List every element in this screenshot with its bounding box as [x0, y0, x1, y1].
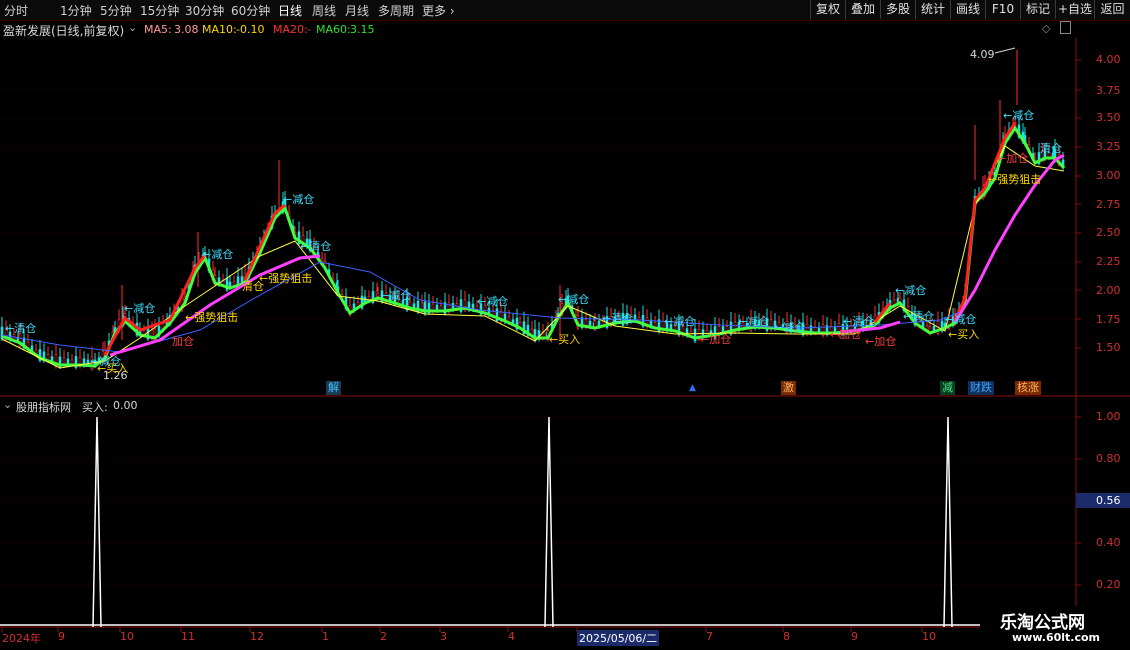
signal-qingcang: ←清仓	[843, 315, 875, 328]
date-label: 10	[922, 630, 936, 643]
signal-jiacang: ←加仓	[700, 333, 732, 346]
event-marker[interactable]: 减	[940, 381, 955, 395]
signal-jiancang: ←减仓	[380, 289, 412, 302]
watermark: 乐淘公式网 www.60lt.com	[980, 606, 1130, 650]
signal-qingcang: ←清仓	[5, 322, 37, 335]
date-label: 2024年	[2, 632, 41, 645]
date-label: 3	[440, 630, 447, 643]
watermark-url: www.60lt.com	[1012, 631, 1101, 644]
buy-signal-spike	[544, 416, 554, 628]
signal-jiancang: ←减仓	[738, 315, 770, 328]
triangle-up-icon[interactable]: ▲	[689, 383, 696, 393]
event-marker[interactable]: 财跌	[968, 381, 994, 395]
signal-jiancang: ←减仓	[558, 293, 590, 306]
date-label: 8	[783, 630, 790, 643]
candle-body	[376, 292, 380, 298]
y-tick-2.25: 2.25	[1096, 255, 1121, 268]
sub-y-tick-0.80: 0.80	[1096, 452, 1121, 465]
y-tick-1.75: 1.75	[1096, 313, 1121, 326]
event-marker[interactable]: 解	[326, 381, 341, 395]
date-label: 12	[250, 630, 264, 643]
y-tick-1.50: 1.50	[1096, 341, 1121, 354]
date-label: 10	[120, 630, 134, 643]
y-tick-2.00: 2.00	[1096, 284, 1121, 297]
sub-buy-value: 0.00	[113, 399, 138, 412]
event-marker[interactable]: 激	[781, 381, 796, 395]
y-tick-3.50: 3.50	[1096, 111, 1121, 124]
signal-jiancang: ←减仓	[477, 295, 509, 308]
signal-strong: ←强势狙击	[259, 272, 313, 285]
signal-qingcang-right: 清仓	[1040, 142, 1062, 155]
y-tick-2.50: 2.50	[1096, 226, 1121, 239]
y-tick-2.75: 2.75	[1096, 198, 1121, 211]
signal-buy: ←买入	[549, 333, 581, 346]
signal-strong: ←强势狙击	[185, 311, 239, 324]
signal-jiancang: ←减仓	[664, 315, 696, 328]
date-label: 9	[58, 630, 65, 643]
chevron-down-icon[interactable]: ⌄	[3, 398, 12, 411]
event-marker[interactable]: 核涨	[1015, 381, 1041, 395]
y-tick-4.00: 4.00	[1096, 53, 1121, 66]
y-tick-3.00: 3.00	[1096, 169, 1121, 182]
signal-jiancang: ←减仓	[945, 313, 977, 326]
signal-buy: ←买入	[97, 362, 129, 375]
sub-y-tick-0.40: 0.40	[1096, 536, 1121, 549]
signal-jiancang: ←减仓	[1003, 109, 1035, 122]
high-arrow	[994, 47, 1016, 54]
signal-qingcang: ←清仓	[903, 310, 935, 323]
date-label: 9	[851, 630, 858, 643]
sub-chart-title: 股朋指标网	[16, 401, 71, 414]
signal-jiacang: ←加仓	[865, 335, 897, 348]
date-label: 2	[380, 630, 387, 643]
candle-body	[817, 327, 821, 333]
y-tick-3.25: 3.25	[1096, 140, 1121, 153]
sub-buy-label: 买入:	[82, 401, 108, 414]
cursor-date-label: 2025/05/06/二	[577, 630, 660, 646]
sub-y-tick-1.00: 1.00	[1096, 410, 1121, 423]
signal-jiacang-short: 加仓	[172, 335, 194, 348]
signal-jiancang: ←减仓	[895, 284, 927, 297]
candle-body	[70, 359, 74, 365]
date-label: 7	[706, 630, 713, 643]
date-label: 4	[508, 630, 515, 643]
high-price-label: 4.09	[970, 48, 995, 61]
signal-qingcang: ←清仓	[602, 312, 634, 325]
signal-jiacang: ←加仓	[997, 152, 1029, 165]
buy-signal-spike	[92, 416, 102, 628]
candle-body	[439, 305, 443, 311]
signal-buy: ←买入	[948, 328, 980, 341]
signal-jiancang: ←减仓	[283, 193, 315, 206]
date-label: 11	[181, 630, 195, 643]
signal-strong: ←强势狙击	[988, 173, 1042, 186]
watermark-title: 乐淘公式网	[1000, 613, 1085, 633]
signal-qingcang: ←清仓	[300, 240, 332, 253]
current-value-badge: 0.56	[1076, 493, 1130, 508]
buy-signal-spike	[943, 416, 953, 628]
sub-y-tick-0.20: 0.20	[1096, 578, 1121, 591]
signal-jiancang: ←减仓	[124, 302, 156, 315]
signal-jiancang: ←减仓	[202, 248, 234, 261]
signal-jiancang: ←减仓	[774, 321, 806, 334]
y-tick-3.75: 3.75	[1096, 84, 1121, 97]
date-label: 1	[322, 630, 329, 643]
